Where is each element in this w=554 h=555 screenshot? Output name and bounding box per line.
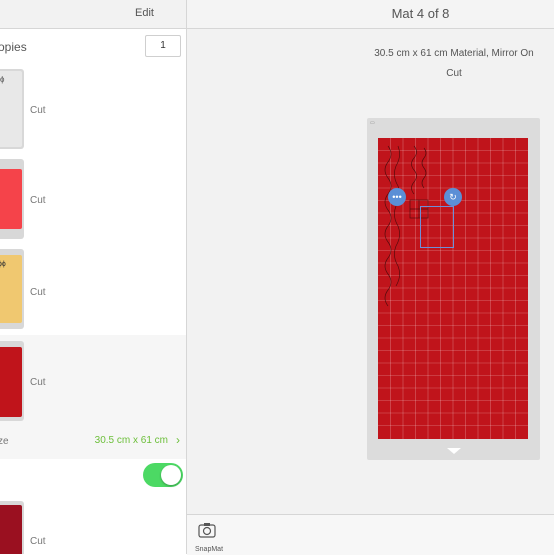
mat-list-header: Edit — [0, 0, 186, 29]
mat-list-item[interactable]: Cut — [0, 493, 186, 554]
mat-brand-mark: ▭ — [370, 120, 375, 126]
mat-thumbnail — [0, 341, 24, 421]
mat-cut-label: Cut — [30, 105, 46, 116]
copies-input[interactable]: 1 — [145, 35, 181, 57]
mirror-toggle[interactable] — [143, 463, 183, 487]
mat-list-item[interactable]: Cut — [0, 153, 186, 244]
size-value: 30.5 cm x 61 cm — [94, 435, 168, 446]
edit-button[interactable]: Edit — [135, 7, 154, 19]
more-options-icon[interactable]: ••• — [388, 188, 406, 206]
chevron-right-icon: › — [176, 433, 180, 447]
mat-cut-label: Cut — [30, 536, 46, 547]
chevron-down-icon — [447, 448, 461, 454]
mat-thumbnail: ɸ — [0, 69, 24, 149]
copies-label: opies — [0, 40, 27, 54]
mat-thumbnail — [0, 501, 24, 554]
material-info-cut: Cut — [446, 68, 462, 79]
mat-thumbnail — [0, 159, 24, 239]
material-info-line: 30.5 cm x 61 cm Material, Mirror On — [374, 48, 534, 59]
snapmat-label: SnapMat — [195, 546, 224, 553]
mat-cut-label: Cut — [30, 195, 46, 206]
material-info: 30.5 cm x 61 cm Material, Mirror On Cut — [354, 44, 554, 84]
preview-header: Mat 4 of 8 — [187, 0, 554, 29]
mat-thumbnail: ɸɸ — [0, 249, 24, 329]
mat-list-panel: Edit opies 1 ɸ Cut Cut ɸɸ Cut Cut ze — [0, 0, 186, 554]
mat-grid — [378, 138, 528, 439]
mat-title: Mat 4 of 8 — [391, 6, 450, 21]
material-size-row[interactable]: ze 30.5 cm x 61 cm › — [0, 425, 186, 460]
camera-icon — [198, 523, 216, 538]
copies-row: opies 1 — [0, 29, 186, 64]
rotate-icon[interactable]: ↻ — [444, 188, 462, 206]
mat-list-item[interactable]: ɸ Cut — [0, 63, 186, 154]
size-label: ze — [0, 436, 9, 447]
cutting-mat: ▭ ••• ↻ — [367, 118, 540, 460]
snapmat-button[interactable]: SnapMat — [195, 522, 223, 553]
mat-cut-label: Cut — [30, 377, 46, 388]
mat-list-item-selected[interactable]: Cut — [0, 335, 186, 425]
mat-cut-label: Cut — [30, 287, 46, 298]
selection-box[interactable] — [420, 206, 454, 248]
mat-list-item[interactable]: ɸɸ Cut — [0, 243, 186, 336]
mat-preview-panel: Mat 4 of 8 30.5 cm x 61 cm Material, Mir… — [187, 0, 554, 554]
mirror-toggle-row — [0, 459, 186, 494]
mat-surface: ••• ↻ — [378, 138, 528, 439]
bottom-toolbar: SnapMat — [187, 514, 554, 555]
